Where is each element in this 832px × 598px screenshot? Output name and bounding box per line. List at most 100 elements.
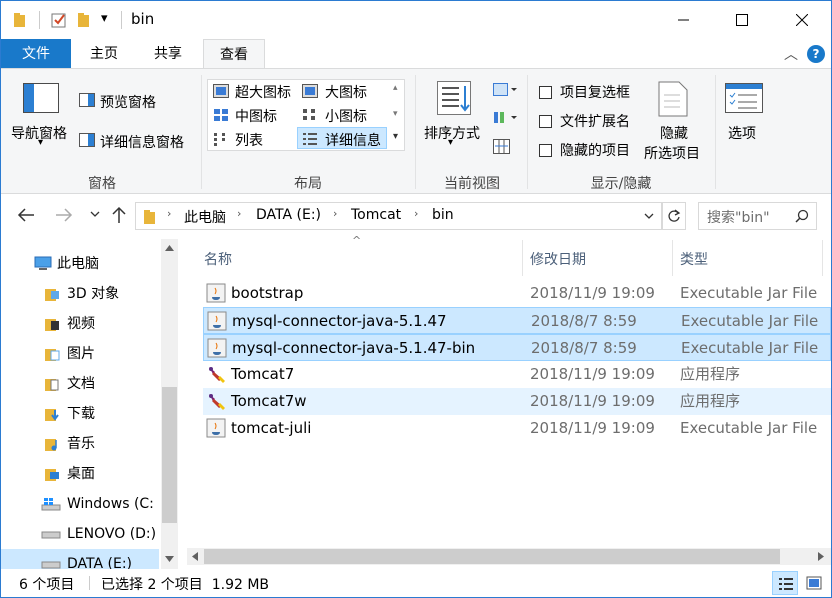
size-columns-icon[interactable] xyxy=(493,139,511,155)
chevron-right-icon[interactable]: › xyxy=(237,207,241,220)
breadcrumb-bin[interactable]: bin xyxy=(432,207,454,223)
breadcrumb-tomcat[interactable]: Tomcat xyxy=(351,207,401,223)
jar-file-icon xyxy=(207,311,227,331)
jar-file-icon xyxy=(206,283,226,303)
file-extensions-checkbox[interactable] xyxy=(539,115,552,128)
gallery-expand-icon[interactable]: ▾ xyxy=(393,131,398,142)
file-date: 2018/11/9 19:09 xyxy=(530,365,655,383)
minimize-button[interactable] xyxy=(661,1,707,39)
group-label-layout: 布局 xyxy=(294,176,322,192)
new-folder-icon[interactable] xyxy=(77,12,91,28)
tab-home[interactable]: 主页 xyxy=(73,39,135,69)
refresh-button[interactable] xyxy=(662,202,686,230)
close-button[interactable] xyxy=(779,1,825,39)
preview-pane-button[interactable]: 预览窗格 xyxy=(100,92,156,112)
music-icon xyxy=(45,439,57,451)
nav-label: Windows (C: xyxy=(67,496,154,512)
column-header-date[interactable]: 修改日期 xyxy=(530,242,586,278)
maximize-button[interactable] xyxy=(719,1,765,39)
file-list-horizontal-scrollbar[interactable] xyxy=(187,548,831,565)
nav-label: 图片 xyxy=(67,346,95,362)
address-bar[interactable]: › 此电脑 › DATA (E:) › Tomcat › bin xyxy=(135,202,662,230)
nav-label: 下载 xyxy=(67,406,95,422)
column-header-name[interactable]: 名称 xyxy=(204,242,232,278)
title-bar: ▾ bin xyxy=(1,1,831,39)
layout-large-icons[interactable]: 大图标 xyxy=(325,82,367,102)
documents-icon xyxy=(45,379,59,391)
scroll-right-icon[interactable] xyxy=(818,552,824,561)
item-checkboxes-checkbox[interactable] xyxy=(539,86,552,99)
nav-scroll-thumb[interactable] xyxy=(162,387,177,523)
group-by-icon[interactable] xyxy=(493,83,517,97)
large-icons-view-button[interactable] xyxy=(801,571,827,595)
back-arrow-icon[interactable] xyxy=(17,208,35,222)
scroll-down-icon[interactable] xyxy=(165,556,174,562)
options-button[interactable]: 选项 xyxy=(728,123,756,143)
extra-large-icons-icon xyxy=(213,84,229,98)
nav-pane-scrollbar[interactable] xyxy=(161,239,178,569)
details-pane-button[interactable]: 详细信息窗格 xyxy=(100,132,184,152)
recent-locations-icon[interactable] xyxy=(90,211,100,219)
forward-arrow-icon[interactable] xyxy=(55,208,73,222)
gallery-up-icon[interactable]: ▴ xyxy=(393,83,398,93)
tab-view[interactable]: 查看 xyxy=(203,39,265,70)
scroll-left-icon[interactable] xyxy=(192,552,198,561)
status-selection: 已选择 2 个项目 1.92 MB xyxy=(101,577,270,593)
breadcrumb-this-pc[interactable]: 此电脑 xyxy=(184,207,226,227)
item-checkboxes-label[interactable]: 项目复选框 xyxy=(560,82,630,102)
layout-medium-icons[interactable]: 中图标 xyxy=(235,106,277,126)
search-icon xyxy=(795,209,809,223)
layout-small-icons[interactable]: 小图标 xyxy=(325,106,367,126)
ribbon-view: 导航窗格 ▾ 预览窗格 详细信息窗格 窗格 超大图标 大图标 中图标 小图标 列… xyxy=(1,68,831,194)
hidden-items-checkbox[interactable] xyxy=(539,144,552,157)
file-name: mysql-connector-java-5.1.47-bin xyxy=(232,339,476,357)
close-icon xyxy=(796,14,808,26)
sort-ascending-icon: ^ xyxy=(352,234,362,247)
file-row-tomcat-juli[interactable]: tomcat-juli 2018/11/9 19:09 Executable J… xyxy=(203,415,831,442)
layout-details[interactable]: 详细信息 xyxy=(325,130,381,150)
chevron-right-icon[interactable]: › xyxy=(333,207,337,220)
downloads-icon xyxy=(45,409,59,421)
file-row-tomcat7w[interactable]: Tomcat7w 2018/11/9 19:09 应用程序 xyxy=(203,388,831,415)
search-box[interactable]: 搜索"bin" xyxy=(698,202,817,230)
status-item-count: 6 个项目 xyxy=(19,577,75,593)
add-columns-icon[interactable] xyxy=(493,111,517,125)
gallery-down-icon[interactable]: ▾ xyxy=(393,109,398,119)
group-label-pane: 窗格 xyxy=(88,176,116,192)
small-icons-icon xyxy=(303,109,315,120)
details-view-button[interactable] xyxy=(772,571,798,595)
collapse-ribbon-button[interactable]: ︿ xyxy=(784,44,798,64)
details-pane-icon xyxy=(79,133,95,147)
tab-share[interactable]: 共享 xyxy=(137,39,199,69)
hide-selected-button-line2[interactable]: 所选项目 xyxy=(644,143,700,163)
pictures-icon xyxy=(45,349,60,361)
horizontal-scroll-thumb[interactable] xyxy=(204,549,780,564)
file-extensions-label[interactable]: 文件扩展名 xyxy=(560,111,630,131)
jar-file-icon xyxy=(207,338,227,358)
file-name: bootstrap xyxy=(231,284,304,302)
file-row-mysql-connector[interactable]: mysql-connector-java-5.1.47 2018/8/7 8:5… xyxy=(203,307,831,334)
nav-label: 视频 xyxy=(67,316,95,332)
chevron-down-icon: ▾ xyxy=(448,137,454,148)
chevron-right-icon[interactable]: › xyxy=(414,207,418,220)
column-header-type[interactable]: 类型 xyxy=(680,242,708,278)
properties-icon[interactable] xyxy=(51,12,67,28)
file-row-bootstrap[interactable]: bootstrap 2018/11/9 19:09 Executable Jar… xyxy=(203,280,831,307)
customize-toolbar-icon[interactable]: ▾ xyxy=(101,11,108,26)
file-row-mysql-connector-bin[interactable]: mysql-connector-java-5.1.47-bin 2018/8/7… xyxy=(203,334,831,361)
help-button[interactable]: ? xyxy=(807,45,825,63)
file-row-tomcat7[interactable]: Tomcat7 2018/11/9 19:09 应用程序 xyxy=(203,361,831,388)
address-dropdown-icon[interactable] xyxy=(644,213,654,221)
hidden-items-label[interactable]: 隐藏的项目 xyxy=(560,140,630,160)
drive-icon xyxy=(41,531,61,539)
hide-selected-button[interactable]: 隐藏 xyxy=(660,123,688,143)
layout-extra-large-icons[interactable]: 超大图标 xyxy=(235,82,291,102)
ribbon-tabs: 文件 主页 共享 查看 ︿ ? xyxy=(1,39,831,70)
scroll-up-icon[interactable] xyxy=(165,245,174,251)
chevron-right-icon[interactable]: › xyxy=(167,207,171,220)
layout-list[interactable]: 列表 xyxy=(235,130,263,150)
breadcrumb-data-drive[interactable]: DATA (E:) xyxy=(256,207,321,223)
up-arrow-icon[interactable] xyxy=(111,206,127,224)
group-label-current-view: 当前视图 xyxy=(444,176,500,192)
tab-file[interactable]: 文件 xyxy=(1,39,71,69)
